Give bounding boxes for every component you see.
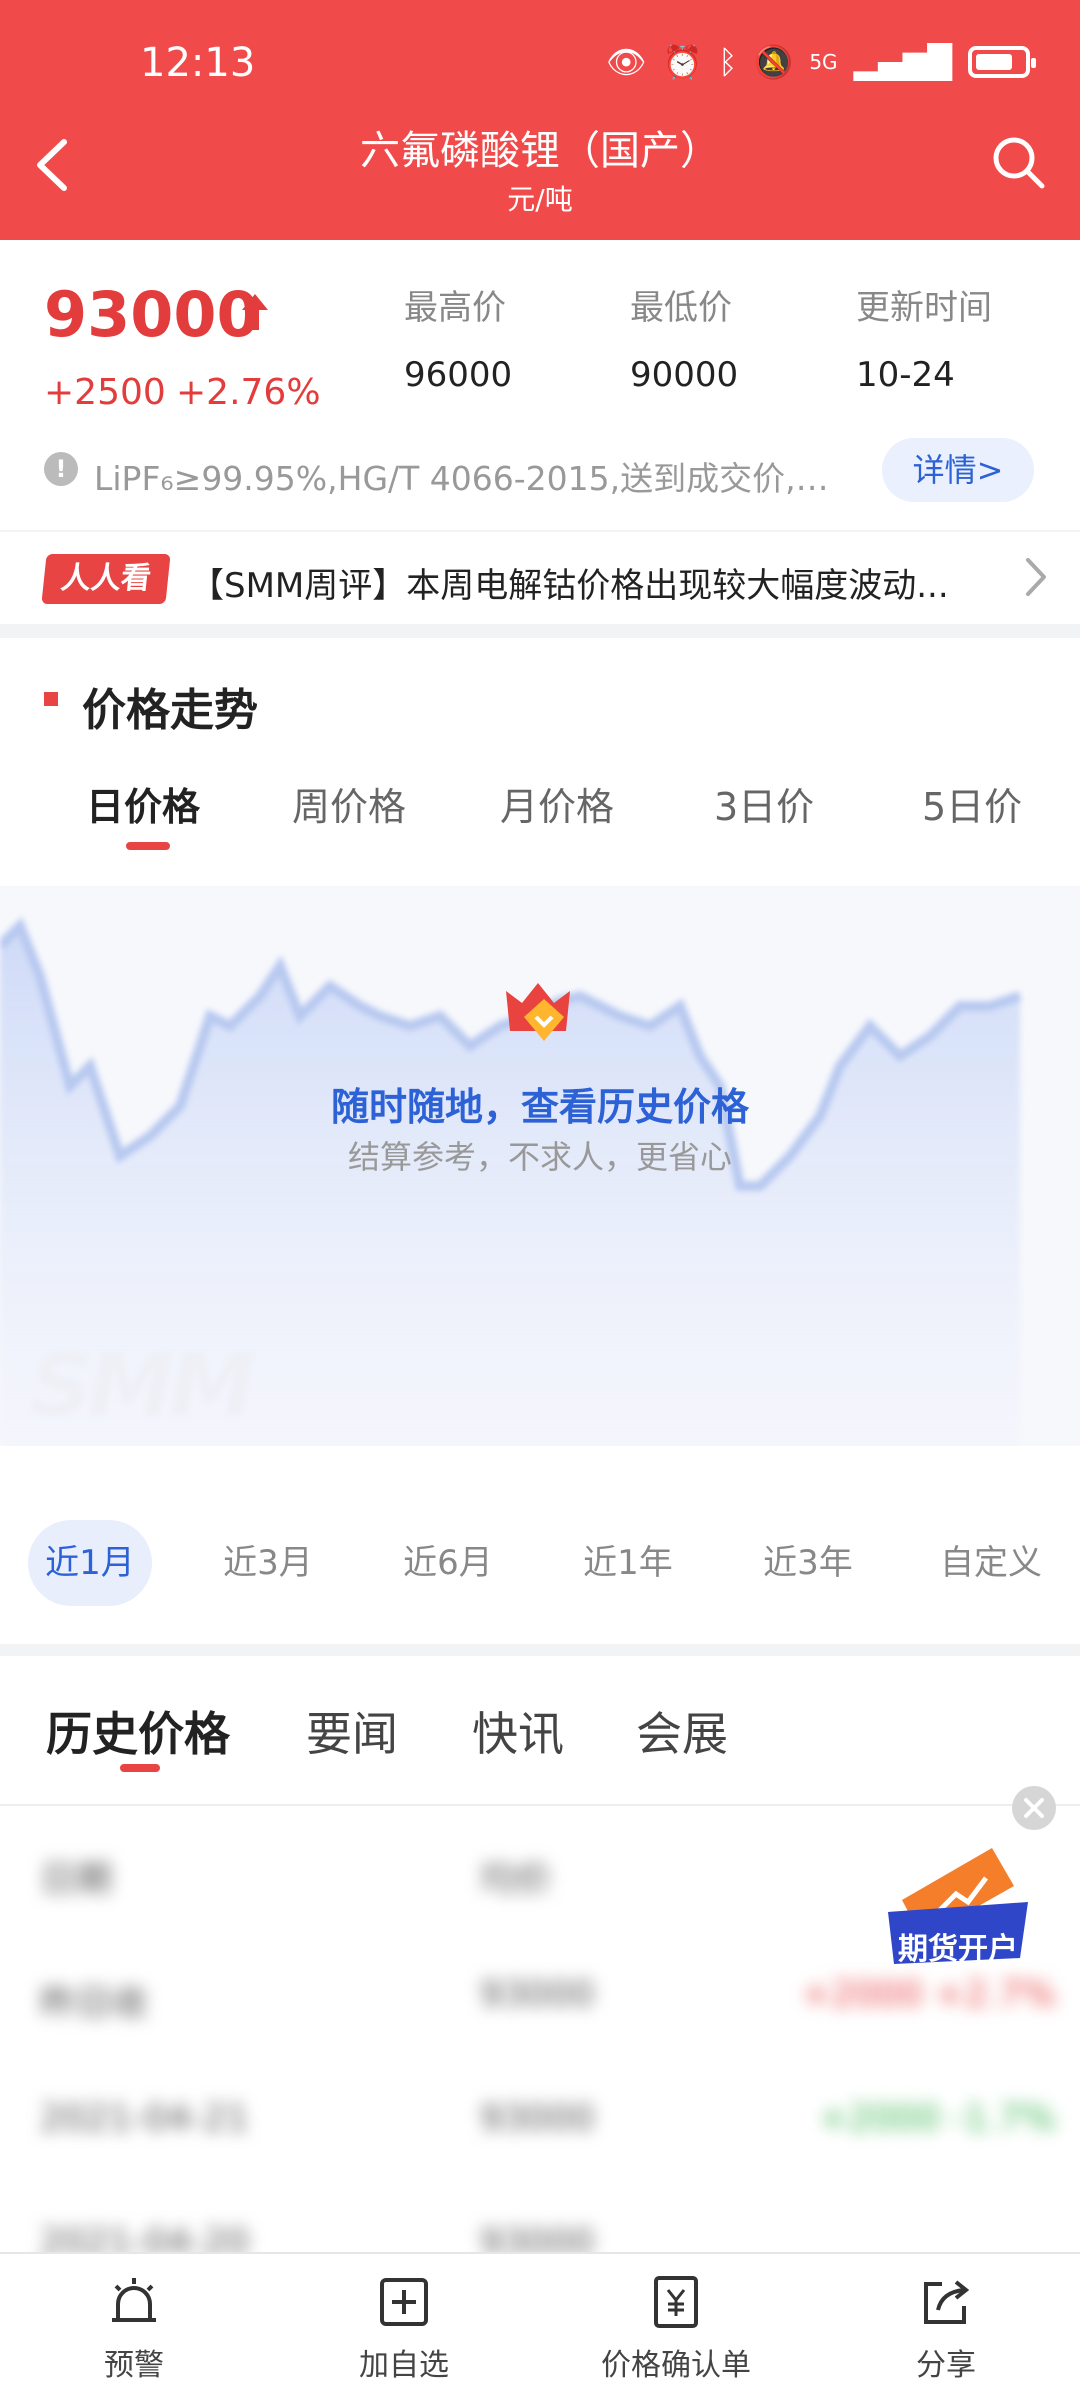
nav-share[interactable]: 分享 — [846, 2274, 1046, 2384]
search-icon[interactable] — [986, 130, 1050, 194]
price-change-abs: +2500 — [44, 372, 166, 413]
row-date: 2021-04-21 — [40, 2098, 250, 2139]
range-1-month[interactable]: 近1月 — [28, 1520, 152, 1606]
active-tab-indicator — [126, 842, 170, 850]
spec-row: ! LiPF₆≥99.95%,HG/T 4066-2015,送到成交价,… 详情… — [44, 438, 1044, 502]
range-tabs: 近1月 近3月 近6月 近1年 近3年 自定义 — [0, 1508, 1080, 1606]
range-1-year[interactable]: 近1年 — [566, 1520, 690, 1606]
status-icons: 👁 ⏰ ᛒ 🔕 5G ▂▄▆█ — [605, 42, 1036, 82]
stat-label: 最低价 — [630, 288, 732, 328]
bottom-nav: 预警 加自选 价格确认单 分享 — [0, 2252, 1080, 2400]
column-header-date: 日期 — [40, 1859, 113, 1900]
network-type: 5G — [809, 50, 838, 74]
tab-news[interactable]: 要闻 — [306, 1698, 398, 1764]
current-price: 93000 — [44, 278, 260, 351]
page-title: 六氟磷酸锂（国产） — [360, 128, 720, 174]
row-price: 93000 — [480, 1974, 595, 2015]
range-custom[interactable]: 自定义 — [926, 1520, 1056, 1606]
stat-label: 最高价 — [404, 288, 506, 328]
stat-low: 最低价 90000 — [630, 280, 738, 395]
status-bar: 12:13 👁 ⏰ ᛒ 🔕 5G ▂▄▆█ — [0, 0, 1080, 130]
alarm-icon: ⏰ — [662, 43, 703, 81]
tab-exhibitions[interactable]: 会展 — [636, 1698, 728, 1764]
row-date: 昨日收 — [40, 1983, 149, 2024]
nav-label: 价格确认单 — [601, 2348, 751, 2383]
signal-icon: ▂▄▆█ — [853, 43, 952, 81]
battery-icon — [968, 46, 1036, 78]
table-row: 2021-04-21 93000 +2000 -1.7% — [0, 2058, 1080, 2178]
nav-add-watchlist[interactable]: 加自选 — [304, 2274, 504, 2384]
tab-weekly-price[interactable]: 周价格 — [292, 776, 406, 831]
tab-flash[interactable]: 快讯 — [472, 1698, 564, 1764]
news-tag: 人人看 — [41, 554, 171, 604]
page-unit: 元/吨 — [507, 183, 573, 216]
nav-alert[interactable]: 预警 — [34, 2274, 234, 2384]
news-headline[interactable]: 【SMM周评】本周电解钴价格出现较大幅度波动... — [190, 558, 990, 607]
detail-button[interactable]: 详情> — [882, 438, 1034, 502]
news-banner[interactable]: 人人看 【SMM周评】本周电解钴价格出现较大幅度波动... — [0, 532, 1080, 624]
up-arrow-icon — [242, 294, 268, 330]
futures-account-promo[interactable]: 期货开户 — [882, 1840, 1034, 1970]
content-tabs: 历史价格 要闻 快讯 会展 — [0, 1656, 1080, 1806]
range-3-years[interactable]: 近3年 — [746, 1520, 870, 1606]
eye-icon: 👁 — [605, 43, 647, 81]
spec-text: LiPF₆≥99.95%,HG/T 4066-2015,送到成交价,… — [94, 459, 829, 498]
chart-overlay-subtitle: 结算参考，不求人，更省心 — [347, 1138, 732, 1176]
mute-icon: 🔕 — [753, 43, 794, 81]
stat-value: 90000 — [630, 355, 739, 395]
row-price: 93000 — [480, 2098, 595, 2139]
app-header: 12:13 👁 ⏰ ᛒ 🔕 5G ▂▄▆█ 六氟磷酸锂（国产） 元/吨 — [0, 0, 1080, 240]
period-tabs: 日价格 周价格 月价格 3日价 5日价 — [0, 776, 1080, 856]
stat-value: 10-24 — [856, 355, 955, 395]
price-trend-section: 价格走势 日价格 周价格 月价格 3日价 5日价 SMM 随时随地，查看历史价格… — [0, 638, 1080, 1644]
range-6-months[interactable]: 近6月 — [386, 1520, 510, 1606]
stat-label: 更新时间 — [856, 288, 992, 328]
column-header-price: 均价 — [480, 1859, 553, 1900]
tab-3day-price[interactable]: 3日价 — [714, 776, 814, 831]
nav-price-confirmation[interactable]: 价格确认单 — [576, 2274, 776, 2384]
nav-label: 加自选 — [359, 2348, 449, 2383]
tab-5day-price[interactable]: 5日价 — [922, 776, 1022, 831]
nav-label: 预警 — [104, 2348, 164, 2383]
price-chart[interactable]: SMM 随时随地，查看历史价格 结算参考，不求人，更省心 — [0, 886, 1080, 1446]
share-icon — [924, 2280, 970, 2324]
stat-high: 最高价 96000 — [404, 280, 512, 395]
info-icon: ! — [44, 452, 78, 486]
smm-logo-icon — [506, 983, 570, 1041]
section-title: 价格走势 — [82, 685, 258, 736]
active-content-tab-indicator — [120, 1764, 160, 1772]
price-change-pct: +2.76% — [176, 372, 321, 413]
row-change: +2000 -1.7% — [818, 2098, 1056, 2139]
stat-value: 96000 — [404, 355, 513, 395]
status-time: 12:13 — [140, 40, 256, 86]
chart-watermark: SMM — [30, 1336, 255, 1436]
range-3-months[interactable]: 近3月 — [206, 1520, 330, 1606]
close-icon[interactable] — [1012, 1786, 1056, 1830]
tab-monthly-price[interactable]: 月价格 — [500, 776, 614, 831]
row-change: +2000 +2.7% — [801, 1974, 1056, 2015]
tab-daily-price[interactable]: 日价格 — [86, 776, 200, 831]
add-box-icon — [380, 2278, 428, 2326]
bluetooth-icon: ᛒ — [718, 43, 738, 81]
section-marker — [44, 692, 58, 706]
yen-document-icon — [654, 2276, 698, 2328]
promo-label: 期货开户 — [898, 1932, 1018, 1967]
chevron-right-icon[interactable] — [1020, 554, 1050, 600]
price-panel: 93000 +2500 +2.76% 最高价 96000 最低价 90000 更… — [0, 240, 1080, 530]
stat-update-time: 更新时间 10-24 — [856, 280, 992, 395]
alarm-bell-icon — [112, 2278, 156, 2322]
nav-label: 分享 — [916, 2348, 976, 2383]
tab-history-price[interactable]: 历史价格 — [46, 1698, 230, 1764]
chart-overlay-title[interactable]: 随时随地，查看历史价格 — [0, 1076, 1080, 1131]
